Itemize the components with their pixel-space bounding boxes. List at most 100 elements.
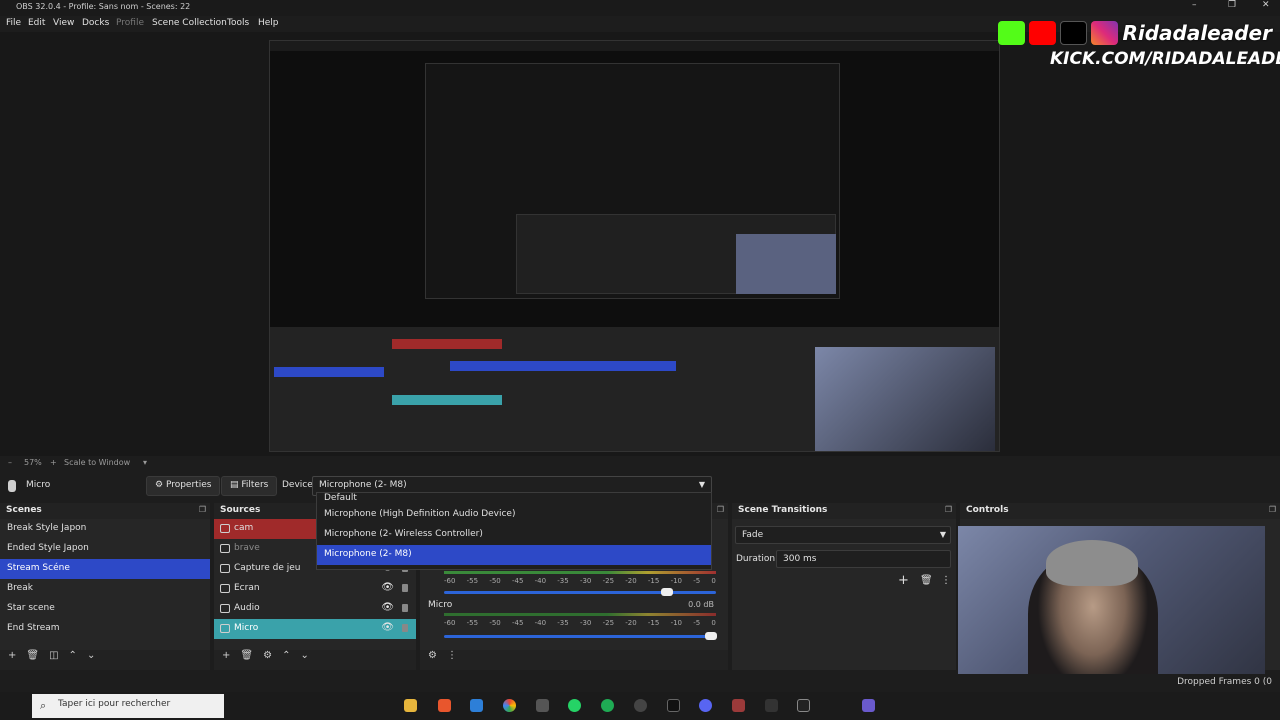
undock-icon[interactable]: ❐ (945, 505, 952, 514)
trash-icon[interactable]: 🗑 (26, 650, 39, 661)
chrome-icon[interactable] (503, 699, 516, 712)
minimize-button[interactable]: – (1192, 0, 1197, 10)
add-transition-icon[interactable]: + (898, 573, 909, 588)
scene-item[interactable]: Break (0, 579, 210, 599)
nvidia-icon[interactable] (601, 699, 614, 712)
file-explorer-icon[interactable] (404, 699, 417, 712)
add-icon[interactable]: + (222, 650, 230, 661)
menu-profile[interactable]: Profile (116, 18, 144, 28)
program-preview[interactable] (269, 40, 1000, 452)
device-option-selected[interactable]: Microphone (2- M8) (317, 545, 711, 565)
scenes-title: Scenes (6, 505, 42, 515)
eye-icon[interactable]: 👁 (381, 582, 394, 593)
menu-docks[interactable]: Docks (82, 18, 109, 28)
volume-slider-knob[interactable] (705, 632, 717, 640)
menu-help[interactable]: Help (258, 18, 279, 28)
menu-edit[interactable]: Edit (28, 18, 45, 28)
capcut-icon[interactable] (797, 699, 810, 712)
undock-icon[interactable]: ❐ (199, 505, 206, 514)
db-scale: -60 -55 -50 -45 -40 -35 -30 -25 -20 -15 -10 -5 0 (444, 577, 716, 585)
plus-icon[interactable]: + (50, 458, 57, 467)
source-item-selected[interactable]: Micro 👁 (214, 619, 416, 639)
minus-icon[interactable]: – (8, 458, 12, 467)
device-option[interactable]: Microphone (High Definition Audio Device… (317, 505, 711, 525)
scene-item[interactable]: End Stream (0, 619, 210, 639)
whatsapp-icon[interactable] (568, 699, 581, 712)
menu-file[interactable]: File (6, 18, 21, 28)
scale-mode-select[interactable]: Scale to Window (64, 458, 130, 467)
streamer-beanie (1046, 540, 1138, 586)
up-icon[interactable]: ⌃ (282, 650, 290, 661)
transition-select[interactable]: Fade ▼ (735, 526, 951, 544)
volume-slider[interactable] (444, 588, 716, 596)
scene-item[interactable]: Break Style Japon (0, 519, 210, 539)
scene-item[interactable]: Star scene (0, 599, 210, 619)
advanced-audio-icon[interactable]: ⚙ (428, 650, 437, 661)
volume-slider-knob[interactable] (661, 588, 673, 596)
volume-slider[interactable] (444, 632, 717, 640)
eye-icon[interactable]: 👁 (381, 622, 394, 633)
menu-view[interactable]: View (53, 18, 74, 28)
eye-icon[interactable]: 👁 (381, 602, 394, 613)
source-item[interactable]: Audio 👁 (214, 599, 416, 619)
properties-button[interactable]: ⚙ Properties (146, 476, 221, 496)
taskbar-search[interactable]: ⌕ Taper ici pour rechercher (32, 694, 224, 718)
app-icon[interactable] (536, 699, 549, 712)
obs-icon[interactable] (634, 699, 647, 712)
add-icon[interactable]: + (8, 650, 16, 661)
source-item[interactable]: Ecran 👁 (214, 579, 416, 599)
filters-button[interactable]: ▤ Filters (221, 476, 278, 496)
brave-icon[interactable] (438, 699, 451, 712)
tiktok-icon (1060, 21, 1088, 45)
duration-input[interactable]: 300 ms (776, 550, 951, 568)
selected-source-name: Micro (26, 480, 51, 490)
discord-icon[interactable] (699, 699, 712, 712)
menu-dots-icon[interactable]: ⋮ (447, 650, 457, 661)
trash-icon[interactable]: 🗑 (920, 575, 933, 586)
close-button[interactable]: ✕ (1262, 0, 1270, 10)
device-option[interactable]: Microphone (2- Wireless Controller) (317, 525, 711, 545)
menu-dots-icon[interactable]: ⋮ (941, 575, 951, 586)
menu-tools[interactable]: Tools (227, 18, 249, 28)
title-bar: OBS 32.0.4 - Profile: Sans nom - Scenes:… (0, 0, 1280, 16)
app-icon[interactable] (765, 699, 778, 712)
scene-item-selected[interactable]: Stream Scéne (0, 559, 210, 579)
overlay-handle: Ridadaleader (1122, 21, 1272, 45)
undock-icon[interactable]: ❐ (717, 505, 724, 514)
chevron-down-icon: ▼ (698, 480, 705, 489)
gear-icon[interactable]: ⚙ (263, 650, 272, 661)
lock-icon[interactable] (402, 584, 408, 592)
sources-title: Sources (220, 505, 261, 515)
up-icon[interactable]: ⌃ (69, 650, 77, 661)
volume-meter (444, 613, 716, 616)
down-icon[interactable]: ⌄ (300, 650, 308, 661)
volume-meter (444, 571, 716, 574)
scene-item[interactable]: Ended Style Japon (0, 539, 210, 559)
social-overlay: Ridadaleader KICK.COM/RIDADALEADER (998, 18, 1280, 78)
microphone-icon (8, 480, 16, 492)
nested-preview (425, 63, 840, 299)
tiktok-icon[interactable] (667, 699, 680, 712)
overlay-kick-url: KICK.COM/RIDADALEADER (1050, 49, 1280, 69)
store-icon[interactable] (470, 699, 483, 712)
transitions-title: Scene Transitions (738, 505, 828, 515)
window-title: OBS 32.0.4 - Profile: Sans nom - Scenes:… (16, 2, 191, 11)
app-icon[interactable] (862, 699, 875, 712)
app-icon[interactable] (732, 699, 745, 712)
instagram-icon (1091, 21, 1119, 45)
filter-icon[interactable]: ◫ (49, 650, 58, 661)
chevron-down-icon[interactable]: ▾ (143, 458, 147, 467)
camera-icon (220, 524, 230, 533)
nested-title-bar (270, 41, 999, 51)
down-icon[interactable]: ⌄ (87, 650, 95, 661)
kick-icon (998, 21, 1026, 45)
mixer-channel-db: 0.0 dB (688, 600, 714, 609)
lock-icon[interactable] (402, 604, 408, 612)
zoom-level: 57% (24, 458, 42, 467)
menu-scene-collection[interactable]: Scene Collection (152, 18, 227, 28)
lock-icon[interactable] (402, 624, 408, 632)
trash-icon[interactable]: 🗑 (240, 650, 253, 661)
maximize-button[interactable]: ❐ (1228, 0, 1236, 10)
undock-icon[interactable]: ❐ (1269, 505, 1276, 514)
device-option[interactable]: Default (317, 493, 711, 505)
